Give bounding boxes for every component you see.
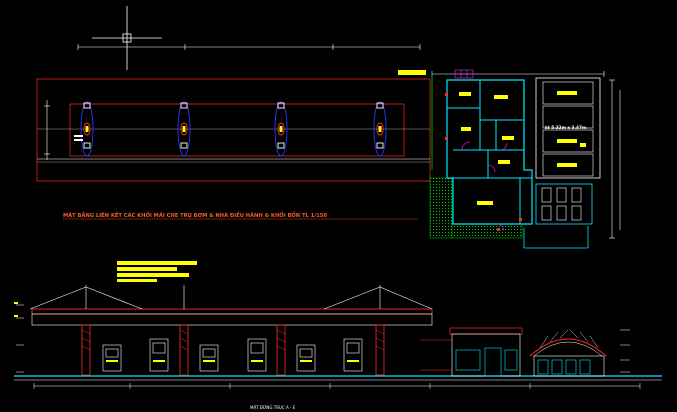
office-elevation [420, 327, 523, 377]
crosshair-cursor-icon [92, 6, 162, 70]
canopy-elevation [14, 285, 662, 389]
tank-block: kt 5.32m x 3.47m [523, 77, 601, 249]
elevation-caption: MẶT ĐỨNG TRỤC A - E [250, 405, 296, 410]
plan-title: MẶT BẰNG LIÊN KẾT CÁC KHỐI MÁI CHE TRỤ B… [63, 210, 327, 219]
tank-shed-elevation [529, 329, 630, 377]
canopy-plan [36, 44, 431, 182]
cad-drawing-canvas[interactable]: MẶT BẰNG LIÊN KẾT CÁC KHỐI MÁI CHE TRỤ B… [0, 0, 677, 412]
tank-label: kt 5.32m x 3.47m [545, 125, 587, 130]
truck-icon [102, 338, 363, 372]
elevation-legend [117, 261, 197, 282]
